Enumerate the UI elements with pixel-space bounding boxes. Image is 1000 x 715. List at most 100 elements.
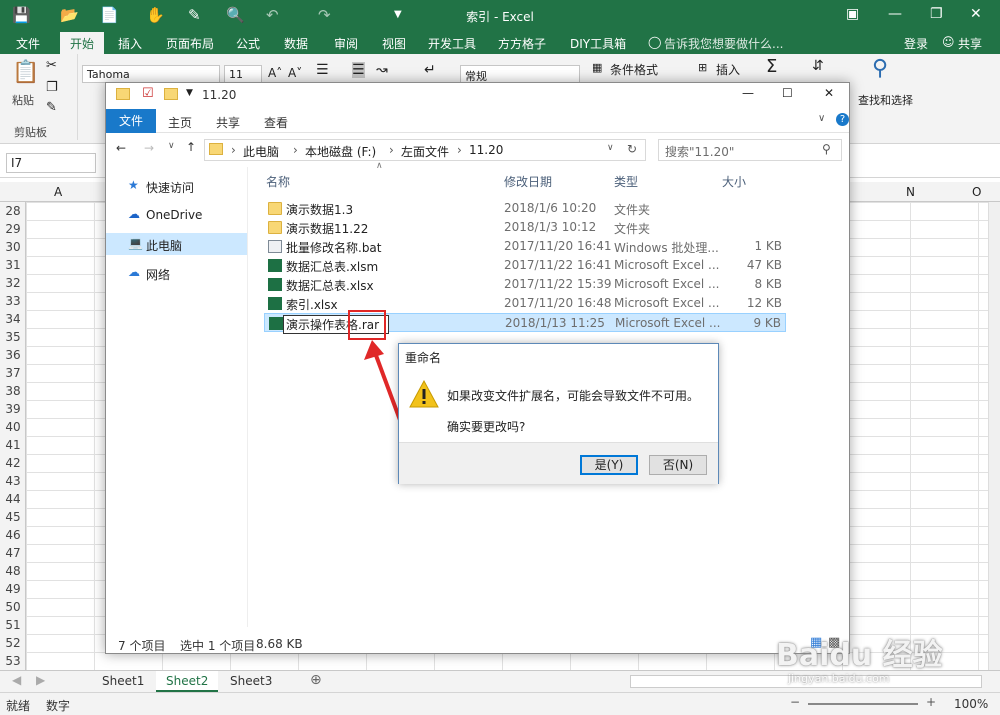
orientation-icon[interactable]: ↝ [376,62,388,78]
col-header-n[interactable]: N [906,185,915,199]
back-icon[interactable]: ← [116,141,126,155]
row-header[interactable]: 53 [0,652,26,670]
font-size-box[interactable]: 11 [224,65,262,83]
cond-format-button[interactable]: 条件格式 [610,61,658,78]
row-header[interactable]: 40 [0,418,26,436]
sheet-tab-2[interactable]: Sheet2 [156,671,219,692]
nav-quick-access[interactable]: ★ 快速访问 [106,175,247,197]
wrap-text-icon[interactable]: ↵ [424,62,436,78]
row-header[interactable]: 35 [0,328,26,346]
touch-mode-icon[interactable]: ✋ [146,6,165,24]
share-button[interactable]: 共享 [958,35,982,52]
no-button[interactable]: 否(N) [649,455,707,475]
ex-tab-file[interactable]: 文件 [106,109,156,133]
row-header[interactable]: 52 [0,634,26,652]
open-icon[interactable]: 📂 [60,6,79,24]
find-select-label[interactable]: 查找和选择 [858,92,913,108]
row-header[interactable]: 50 [0,598,26,616]
row-header[interactable]: 30 [0,238,26,256]
zoom-slider[interactable] [808,703,918,705]
sort-filter-icon[interactable]: ⇵ [812,58,824,74]
zoom-out-icon[interactable]: − [790,695,800,709]
ex-tab-home[interactable]: 主页 [168,114,192,131]
print-preview-icon[interactable]: 🔍 [226,6,245,24]
redo-icon[interactable]: ↷ [318,6,331,24]
tab-file[interactable]: 文件 [16,35,40,52]
name-box[interactable]: I7 [6,153,96,173]
ex-tab-share[interactable]: 共享 [216,114,240,131]
col-header-o[interactable]: O [972,185,981,199]
cond-format-icon[interactable]: ▦ [592,61,602,74]
zoom-in-icon[interactable]: + [926,695,936,709]
vertical-scrollbar[interactable] [988,202,1000,670]
file-row[interactable]: 数据汇总表.xlsm 2017/11/22 16:41 Microsoft Ex… [264,256,786,275]
row-header[interactable]: 44 [0,490,26,508]
crumb-this-pc[interactable]: 此电脑 [243,143,279,160]
tab-home[interactable]: 开始 [60,32,105,54]
forward-icon[interactable]: → [144,141,154,155]
row-header[interactable]: 32 [0,274,26,292]
row-header[interactable]: 39 [0,400,26,418]
address-dropdown-icon[interactable]: ∨ [607,143,614,153]
row-header[interactable]: 38 [0,382,26,400]
find-icon[interactable]: ⚲ [872,56,888,81]
prev-sheet-icon[interactable]: ◀ [12,673,21,687]
nav-onedrive[interactable]: ☁ OneDrive [106,204,247,226]
file-row[interactable]: 演示数据11.22 2018/1/3 10:12 文件夹 [264,218,786,237]
ex-close-icon[interactable]: ✕ [824,86,834,100]
align-middle-icon[interactable]: ☰ [352,62,365,78]
brush-icon[interactable]: ✎ [188,6,201,24]
row-header[interactable]: 48 [0,562,26,580]
row-header[interactable]: 29 [0,220,26,238]
tab-data[interactable]: 数据 [284,35,308,52]
file-row[interactable]: 批量修改名称.bat 2017/11/20 16:41 Windows 批处理.… [264,237,786,256]
new-icon[interactable]: 📄 [100,6,119,24]
grow-font-icon[interactable]: A˄ [268,66,282,80]
tell-me-box[interactable]: 告诉我您想要做什么... [664,35,783,52]
crumb-drive[interactable]: 本地磁盘 (F:) [305,143,376,160]
nav-this-pc[interactable]: 💻 此电脑 [106,233,247,255]
row-header[interactable]: 37 [0,364,26,382]
ex-minimize-icon[interactable]: — [742,86,754,100]
close-icon[interactable]: ✕ [970,6,982,22]
row-header[interactable]: 45 [0,508,26,526]
new-folder-icon[interactable] [164,88,178,100]
crumb-folder[interactable]: 左面文件 [401,143,449,160]
row-header[interactable]: 43 [0,472,26,490]
save-icon[interactable]: 💾 [12,6,31,24]
sheet-tab-3[interactable]: Sheet3 [220,671,282,692]
restore-icon[interactable]: ❐ [930,6,943,22]
row-header[interactable]: 36 [0,346,26,364]
paste-icon[interactable]: 📋 [12,60,39,85]
file-row[interactable]: 演示数据1.3 2018/1/6 10:20 文件夹 [264,199,786,218]
sheet-tab-1[interactable]: Sheet1 [92,671,154,692]
ribbon-display-icon[interactable]: ▣ [846,6,859,22]
tab-formulas[interactable]: 公式 [236,35,260,52]
row-header[interactable]: 49 [0,580,26,598]
ex-tab-view[interactable]: 查看 [264,114,288,131]
login-link[interactable]: 登录 [904,35,928,52]
shrink-font-icon[interactable]: A˅ [288,66,302,80]
crumb-current[interactable]: 11.20 [469,143,503,157]
refresh-icon[interactable]: ↻ [627,142,637,156]
tab-fangfang[interactable]: 方方格子 [498,35,546,52]
row-header[interactable]: 34 [0,310,26,328]
recent-icon[interactable]: ∨ [168,141,175,151]
next-sheet-icon[interactable]: ▶ [36,673,45,687]
customize-qat-icon[interactable]: ▼ [394,9,402,20]
add-sheet-icon[interactable]: ⊕ [310,672,322,688]
col-header-a[interactable]: A [54,185,62,199]
cut-icon[interactable]: ✂ [46,58,57,73]
help-icon[interactable]: ? [836,113,849,126]
paste-label[interactable]: 粘贴 [12,92,34,108]
row-header[interactable]: 41 [0,436,26,454]
tab-page-layout[interactable]: 页面布局 [166,35,214,52]
expand-ribbon-icon[interactable]: ∨ [818,113,825,124]
tab-view[interactable]: 视图 [382,35,406,52]
ex-maximize-icon[interactable]: ☐ [782,86,793,100]
font-name-box[interactable]: Tahoma [82,65,220,83]
col-name[interactable]: 名称 [266,173,290,190]
search-input[interactable]: 搜索"11.20" [658,139,842,161]
file-row[interactable]: 索引.xlsx 2017/11/20 16:48 Microsoft Excel… [264,294,786,313]
file-row-renaming[interactable]: 演示操作表格.rar 2018/1/13 11:25 Microsoft Exc… [264,313,786,334]
